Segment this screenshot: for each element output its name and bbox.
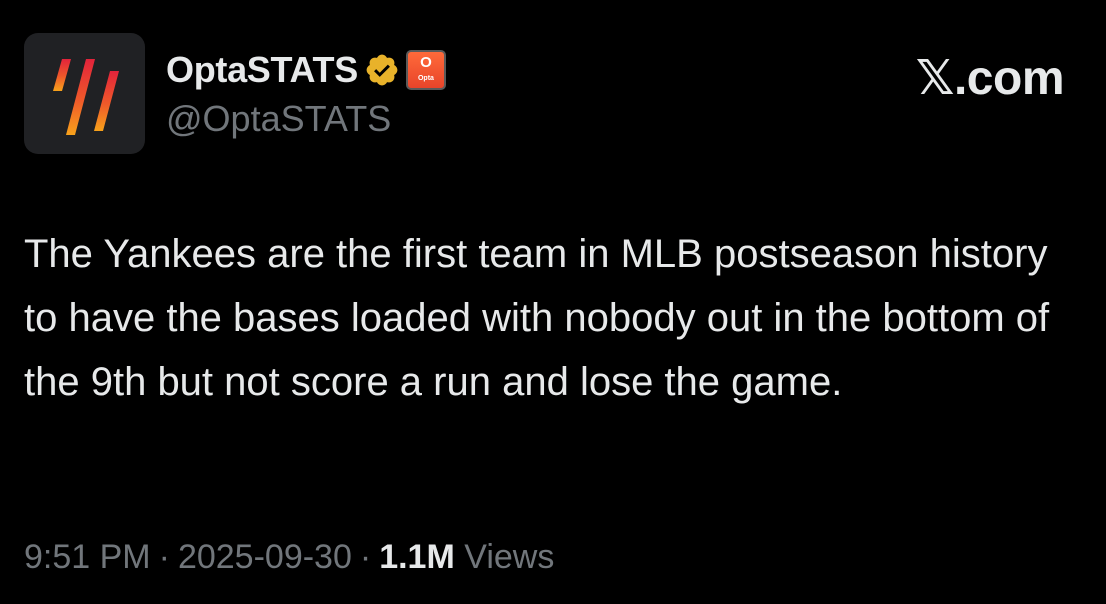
tweet-meta: 9:51 PM · 2025-09-30 · 1.1M Views <box>24 538 554 577</box>
author-name-row: OptaSTATS O Opta <box>166 45 446 95</box>
tweet-text: The Yankees are the first team in MLB po… <box>24 232 1050 404</box>
views-label: Views <box>464 538 555 576</box>
meta-separator: · <box>158 538 170 576</box>
opta-logo-icon <box>53 59 119 135</box>
author-display-name[interactable]: OptaSTATS <box>166 49 358 91</box>
tweet-time[interactable]: 9:51 PM <box>24 538 151 576</box>
views-count[interactable]: 1.1M <box>379 538 455 576</box>
affiliate-badge-text: Opta <box>417 75 434 82</box>
tweet-card: OptaSTATS O Opta @OptaSTATS 𝕏.com The Ya… <box>0 0 1106 604</box>
meta-separator: · <box>359 538 372 576</box>
x-logo-icon: 𝕏 <box>915 50 955 106</box>
brand-suffix: .com <box>953 52 1065 105</box>
brand-watermark: 𝕏.com <box>915 50 1065 106</box>
tweet-date[interactable]: 2025-09-30 <box>178 538 352 576</box>
affiliate-badge-glyph: O <box>420 54 432 71</box>
verified-badge-icon[interactable] <box>364 52 400 88</box>
author-handle[interactable]: @OptaSTATS <box>166 98 391 140</box>
affiliate-badge-icon[interactable]: O Opta <box>405 50 446 90</box>
avatar[interactable] <box>24 33 145 154</box>
